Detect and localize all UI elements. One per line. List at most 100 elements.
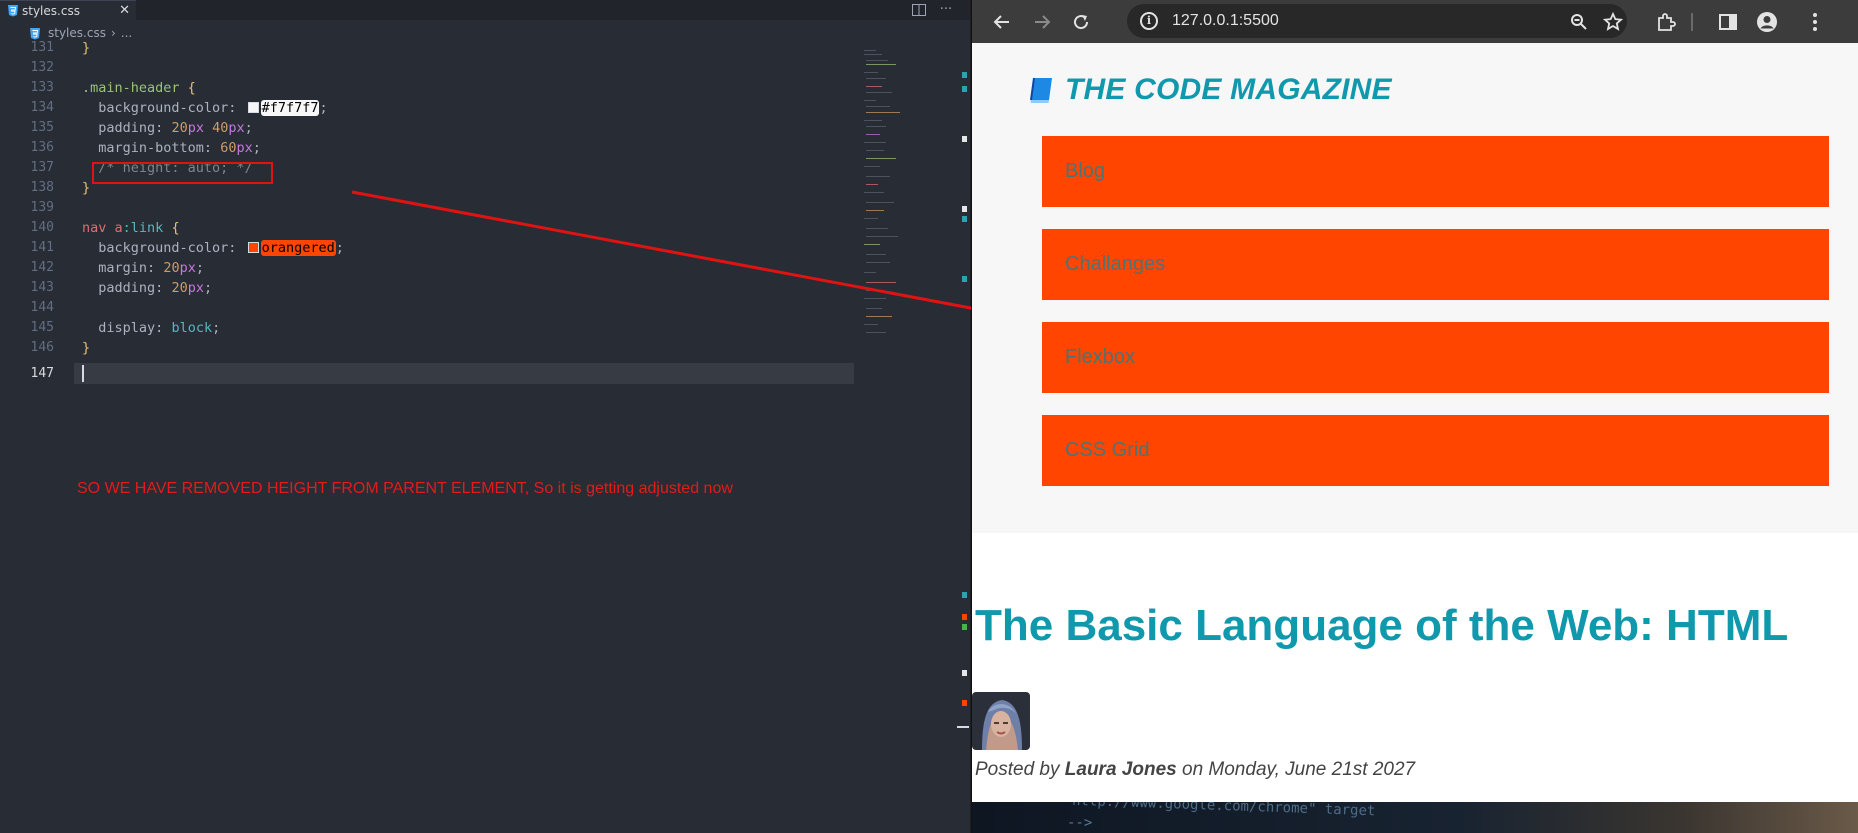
code-token: margin-bottom: xyxy=(98,140,213,156)
nav-link-label: Blog xyxy=(1065,160,1106,182)
breadcrumb-more[interactable]: ... xyxy=(121,26,132,40)
code-line-135: padding: 20px 40px; xyxy=(82,118,253,138)
post-hero-image: http://www.google.com/chrome" target --> xyxy=(972,802,1858,833)
code-token: ; xyxy=(203,280,213,296)
code-line-145: display: block; xyxy=(82,318,220,338)
line-number: 145 xyxy=(30,320,54,335)
nav-link-flexbox[interactable]: Flexbox xyxy=(1042,322,1829,393)
code-token: { xyxy=(179,80,196,96)
nav-link-challanges[interactable]: Challanges xyxy=(1042,229,1829,300)
post-meta: Posted by Laura Jones on Monday, June 21… xyxy=(975,759,1415,781)
code-token: } xyxy=(82,340,91,356)
close-tab-icon[interactable]: ✕ xyxy=(119,3,130,19)
chevron-right-icon: › xyxy=(110,26,116,40)
code-token: px xyxy=(187,120,204,136)
breadcrumb-file[interactable]: styles.css xyxy=(48,26,106,40)
line-number: 139 xyxy=(30,200,54,215)
scrollbar-overview-ruler[interactable] xyxy=(957,46,970,833)
line-number: 141 xyxy=(30,240,54,255)
breadcrumb: styles.css › ... xyxy=(0,20,970,46)
code-token: margin: xyxy=(98,260,156,276)
line-number: 134 xyxy=(30,100,54,115)
line-number: 137 xyxy=(30,160,54,175)
toolbar-divider xyxy=(1691,13,1693,31)
annotation-highlight-box xyxy=(92,162,273,184)
code-token: 20 xyxy=(171,280,188,296)
code-token: #f7f7f7 xyxy=(260,100,320,116)
css-file-icon xyxy=(8,5,18,17)
line-number: 142 xyxy=(30,260,54,275)
forward-icon[interactable] xyxy=(1029,9,1055,35)
code-line-143: padding: 20px; xyxy=(82,278,212,298)
code-token: :link xyxy=(122,220,164,236)
back-icon[interactable] xyxy=(989,9,1015,35)
code-token: background-color: xyxy=(98,100,237,116)
site-title: THE CODE MAGAZINE xyxy=(1065,73,1392,106)
code-token: } xyxy=(82,40,91,56)
line-number: 146 xyxy=(30,340,54,355)
code-token: ; xyxy=(195,260,204,276)
code-token: nav xyxy=(82,220,107,236)
code-token: px xyxy=(236,140,253,156)
code-token: display: xyxy=(98,320,164,336)
nav-link-label: Challanges xyxy=(1065,253,1166,275)
line-number: 144 xyxy=(30,300,54,315)
meta-author: Laura Jones xyxy=(1064,759,1177,780)
code-line-138: } xyxy=(82,178,90,198)
code-line-141: background-color: orangered; xyxy=(82,238,344,258)
color-swatch[interactable] xyxy=(247,242,259,253)
code-token: 20 xyxy=(171,120,188,136)
editor-tab-styles-css[interactable]: styles.css ✕ xyxy=(0,0,136,20)
code-editor: styles.css ✕ ··· styles.css › ... 131 13… xyxy=(0,0,970,833)
code-token: px xyxy=(228,120,245,136)
code-token: ; xyxy=(212,320,221,336)
nav-link-blog[interactable]: Blog xyxy=(1042,136,1829,207)
code-token: ; xyxy=(335,240,344,256)
minimap[interactable] xyxy=(858,46,958,346)
hero-code-text: http://www.google.com/chrome" target xyxy=(1071,802,1376,820)
line-number: 138 xyxy=(30,180,54,195)
line-number: 133 xyxy=(30,80,54,95)
nav-link-css-grid[interactable]: CSS Grid xyxy=(1042,415,1829,486)
more-actions-icon[interactable]: ··· xyxy=(937,1,955,19)
menu-icon[interactable] xyxy=(1802,9,1828,35)
tab-label: styles.css xyxy=(22,3,80,18)
code-token: 20 xyxy=(163,260,180,276)
code-token: .main-header xyxy=(82,80,180,96)
side-panel-icon[interactable] xyxy=(1715,9,1741,35)
code-line-133: .main-header { xyxy=(82,78,196,98)
reload-icon[interactable] xyxy=(1068,9,1094,35)
code-token: padding: xyxy=(98,280,164,296)
code-line-140: nav a:link { xyxy=(82,218,180,238)
code-token: px xyxy=(187,280,204,296)
line-number: 131 xyxy=(30,40,54,55)
line-number: 143 xyxy=(30,280,54,295)
code-token: ; xyxy=(244,120,253,136)
color-swatch[interactable] xyxy=(247,102,259,113)
site-info-icon[interactable]: i xyxy=(1140,12,1158,30)
code-line-142: margin: 20px; xyxy=(82,258,204,278)
browser-toolbar: i 127.0.0.1:5500 xyxy=(972,0,1858,43)
code-token: ; xyxy=(252,140,261,156)
bookmark-star-icon[interactable] xyxy=(1600,9,1626,35)
profile-icon[interactable] xyxy=(1754,9,1780,35)
main-header: THE CODE MAGAZINE Blog Challanges Flexbo… xyxy=(972,43,1858,533)
code-token: { xyxy=(163,220,180,236)
line-number: 136 xyxy=(30,140,54,155)
line-number-active: 147 xyxy=(30,366,54,381)
meta-posted-by: Posted by xyxy=(975,759,1060,780)
zoom-icon[interactable] xyxy=(1566,9,1592,35)
code-token: block xyxy=(171,320,213,336)
code-line-146: } xyxy=(82,338,90,358)
web-page: THE CODE MAGAZINE Blog Challanges Flexbo… xyxy=(972,43,1858,833)
book-icon xyxy=(1030,77,1052,103)
url-text[interactable]: 127.0.0.1:5500 xyxy=(1172,12,1279,30)
code-token: background-color: xyxy=(98,240,237,256)
code-token: ; xyxy=(319,100,328,116)
browser-window: i 127.0.0.1:5500 THE CODE MAGAZINE Blog … xyxy=(971,0,1858,833)
author-avatar xyxy=(972,692,1030,750)
split-editor-icon[interactable] xyxy=(910,1,928,19)
extensions-icon[interactable] xyxy=(1653,9,1679,35)
address-bar[interactable]: i 127.0.0.1:5500 xyxy=(1127,4,1627,38)
code-token: } xyxy=(82,180,91,196)
